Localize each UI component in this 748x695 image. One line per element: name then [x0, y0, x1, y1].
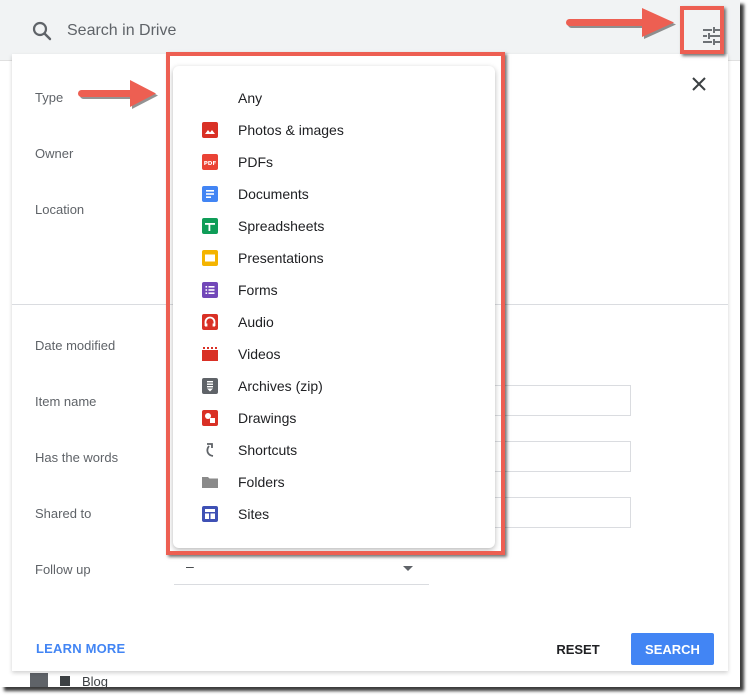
- video-icon: [202, 346, 218, 362]
- has-the-words-label: Has the words: [35, 450, 119, 465]
- drawing-icon: [202, 410, 218, 426]
- menu-item-spreadsheets[interactable]: Spreadsheets: [173, 210, 495, 242]
- search-bar[interactable]: Search in Drive: [12, 8, 728, 54]
- item-name-input[interactable]: [492, 385, 631, 416]
- type-label: Type: [35, 90, 64, 105]
- reset-button[interactable]: RESET: [548, 633, 608, 665]
- menu-item-label: Documents: [238, 186, 309, 202]
- form-icon: [202, 282, 218, 298]
- search-options-button[interactable]: [696, 20, 728, 56]
- menu-item-label: Audio: [238, 314, 274, 330]
- close-button[interactable]: [687, 74, 711, 98]
- follow-up-select[interactable]: –: [174, 554, 429, 585]
- menu-item-label: PDFs: [238, 154, 273, 170]
- document-icon: [60, 676, 70, 686]
- menu-item-drawings[interactable]: Drawings: [173, 402, 495, 434]
- menu-item-label: Drawings: [238, 410, 297, 426]
- type-dropdown-menu: Any Photos & images PDF PDFs Documents S…: [173, 66, 495, 548]
- shortcut-icon: [202, 442, 218, 458]
- learn-more-link[interactable]: LEARN MORE: [36, 641, 125, 656]
- date-modified-label: Date modified: [35, 338, 116, 353]
- spreadsheet-icon: [202, 218, 218, 234]
- archive-icon: [202, 378, 218, 394]
- background-item-label: Blog: [82, 673, 109, 688]
- sites-icon: [202, 506, 218, 522]
- menu-item-forms[interactable]: Forms: [173, 274, 495, 306]
- search-icon[interactable]: [30, 19, 54, 43]
- menu-item-audio[interactable]: Audio: [173, 306, 495, 338]
- pdf-icon: PDF: [202, 154, 218, 170]
- menu-item-label: Forms: [238, 282, 278, 298]
- menu-item-label: Folders: [238, 474, 285, 490]
- menu-item-shortcuts[interactable]: Shortcuts: [173, 434, 495, 466]
- menu-item-label: Presentations: [238, 250, 324, 266]
- search-button[interactable]: SEARCH: [631, 633, 714, 665]
- dropdown-caret-icon: [403, 566, 413, 571]
- has-the-words-input[interactable]: [492, 441, 631, 472]
- menu-item-presentations[interactable]: Presentations: [173, 242, 495, 274]
- menu-item-folders[interactable]: Folders: [173, 466, 495, 498]
- menu-item-photos[interactable]: Photos & images: [173, 114, 495, 146]
- image-icon: [202, 122, 218, 138]
- menu-item-label: Spreadsheets: [238, 218, 325, 234]
- menu-item-label: Photos & images: [238, 122, 344, 138]
- tune-sliders-icon: [702, 26, 722, 50]
- owner-label: Owner: [35, 146, 74, 161]
- folder-icon: [202, 474, 218, 490]
- menu-item-archives[interactable]: Archives (zip): [173, 370, 495, 402]
- menu-item-documents[interactable]: Documents: [173, 178, 495, 210]
- menu-item-label: Shortcuts: [238, 442, 298, 458]
- close-icon: [691, 76, 707, 97]
- location-label: Location: [35, 202, 85, 217]
- screenshot-frame: Blog Search in Drive Type Owner Location…: [0, 0, 740, 687]
- svg-text:PDF: PDF: [204, 161, 217, 167]
- menu-item-label: Any: [238, 90, 263, 106]
- menu-item-label: Archives (zip): [238, 378, 323, 394]
- search-input[interactable]: Search in Drive: [67, 22, 176, 40]
- background-list-item: Blog: [30, 673, 108, 687]
- document-icon: [202, 186, 218, 202]
- menu-item-label: Sites: [238, 506, 270, 522]
- item-name-label: Item name: [35, 394, 97, 409]
- person-icon: [30, 673, 48, 687]
- shared-to-input[interactable]: [492, 497, 631, 528]
- menu-item-sites[interactable]: Sites: [173, 498, 495, 530]
- menu-item-pdfs[interactable]: PDF PDFs: [173, 146, 495, 178]
- audio-icon: [202, 314, 218, 330]
- menu-item-label: Videos: [238, 346, 281, 362]
- menu-item-videos[interactable]: Videos: [173, 338, 495, 370]
- follow-up-value: –: [186, 558, 194, 574]
- menu-item-any[interactable]: Any: [173, 82, 495, 114]
- presentation-icon: [202, 250, 218, 266]
- shared-to-label: Shared to: [35, 506, 92, 521]
- follow-up-label: Follow up: [35, 562, 91, 577]
